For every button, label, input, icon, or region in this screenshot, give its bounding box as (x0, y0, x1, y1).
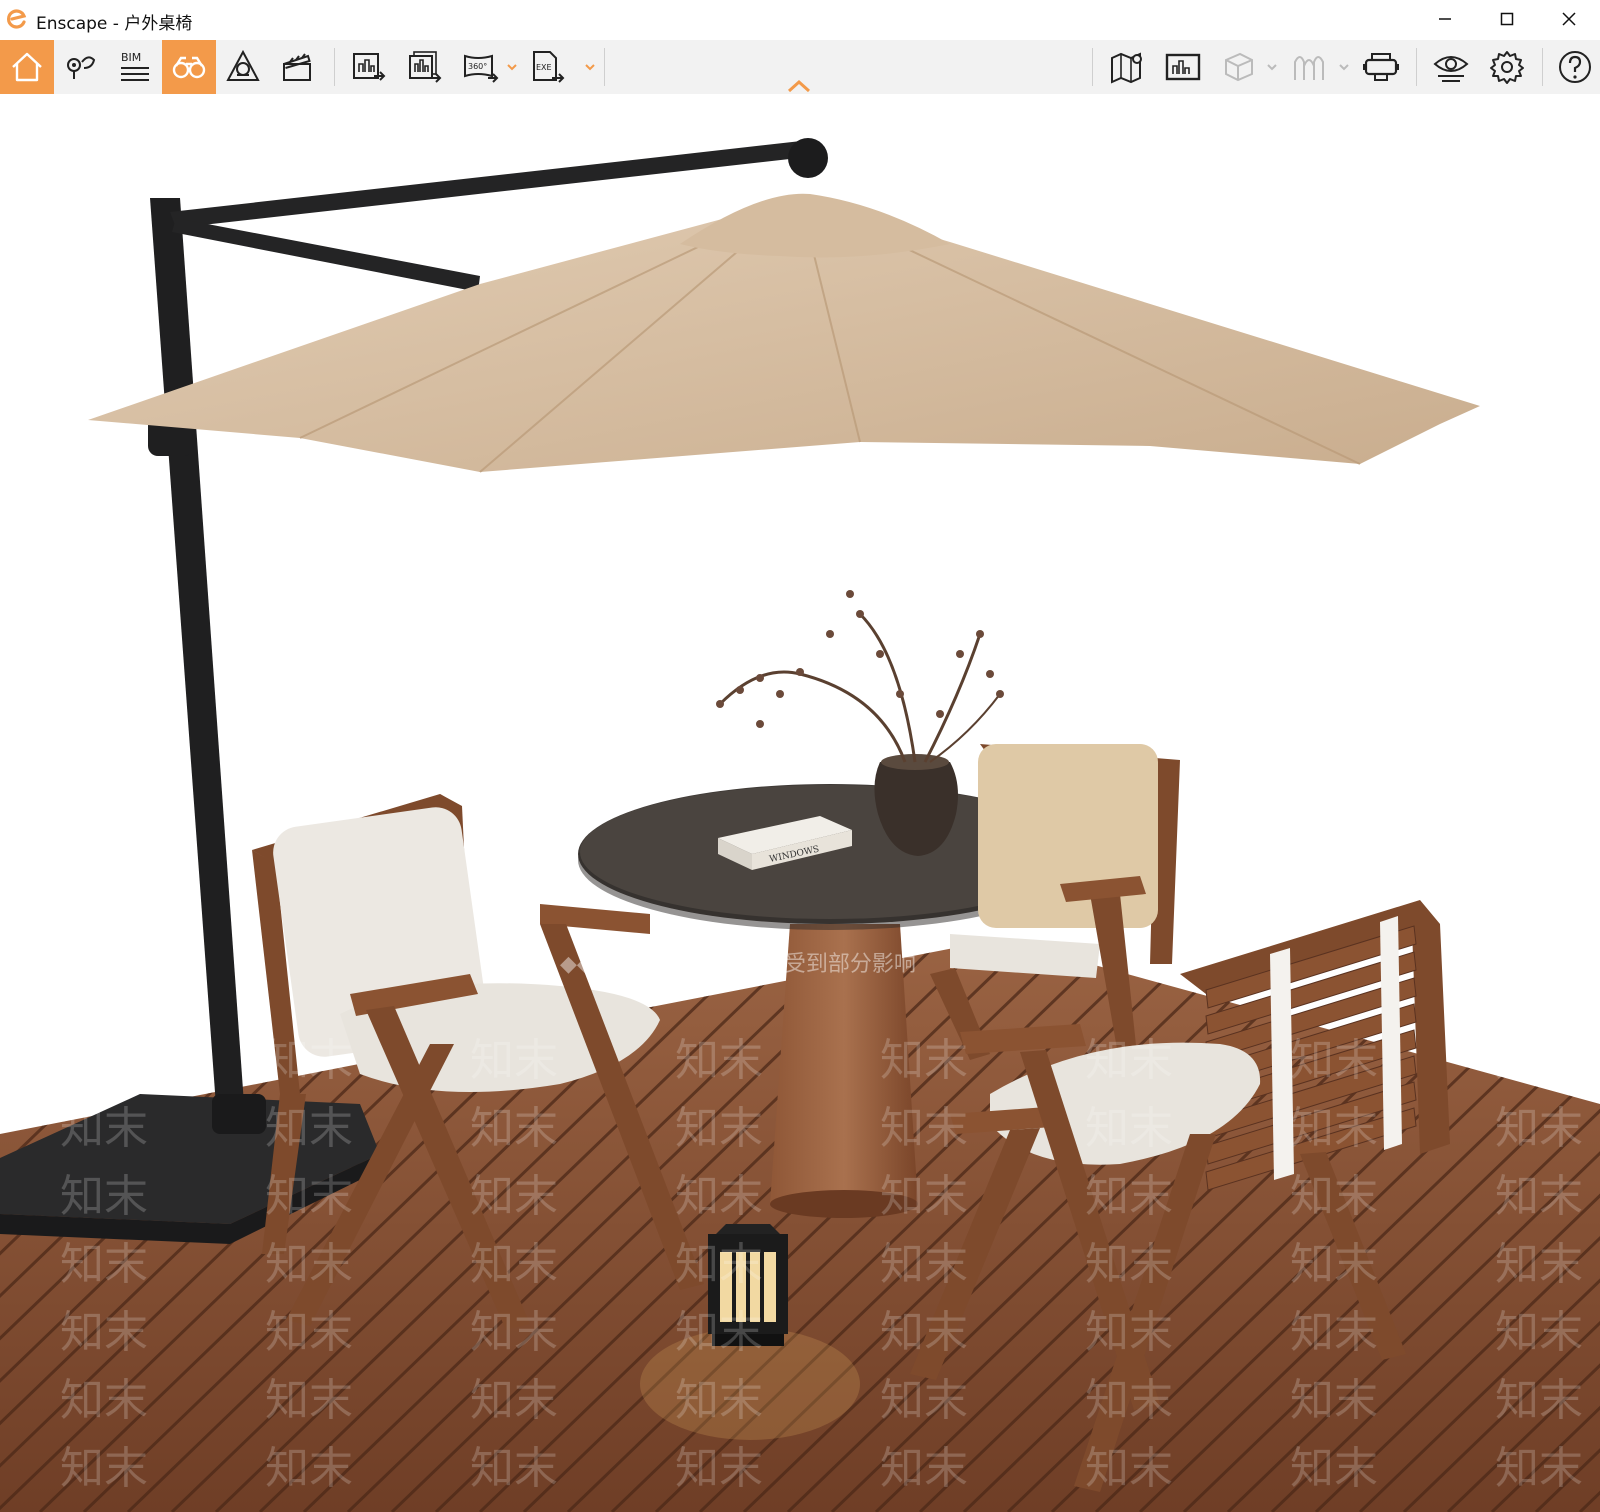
maximize-icon (1500, 12, 1514, 26)
export-exe-button[interactable]: EXE (520, 40, 574, 94)
branch-berry (756, 674, 764, 682)
branch-berry (996, 690, 1004, 698)
collapse-toolbar-chevron-icon[interactable] (786, 78, 812, 94)
clapper-icon (283, 53, 311, 81)
render-viewport[interactable]: WINDOWS ◆◆ 水印保护区 画质会受到部分影响 知末 知末 知末 知末 知… (0, 94, 1600, 1512)
home-button[interactable] (0, 40, 54, 94)
app-name: Enscape (36, 14, 108, 34)
branch-berry (986, 670, 994, 678)
close-button[interactable] (1538, 0, 1600, 38)
export-exe-icon: EXE (533, 51, 565, 83)
atmosphere-icon (226, 49, 260, 81)
minimize-button[interactable] (1414, 0, 1476, 38)
bim-label: BIM (121, 51, 141, 64)
location-map-button[interactable] (54, 40, 108, 94)
branch-berry (856, 610, 864, 618)
close-icon (1562, 12, 1576, 26)
branch-berry (776, 690, 784, 698)
export-image-button[interactable] (342, 40, 396, 94)
bim-button[interactable]: BIM (108, 40, 162, 94)
toolbar-separator (334, 48, 335, 86)
maximize-button[interactable] (1476, 0, 1538, 38)
branch-berry (936, 710, 944, 718)
scene-render: WINDOWS (0, 138, 1600, 1512)
location-map-icon (67, 56, 96, 79)
gear-icon (1490, 51, 1524, 84)
help-icon (1559, 51, 1591, 83)
enscape-logo-icon (7, 9, 27, 29)
umbrella-canopy (88, 193, 1480, 473)
map-view-button[interactable] (1100, 40, 1154, 94)
toolbar-separator (1542, 48, 1543, 86)
branch-berry (826, 630, 834, 638)
toolbar-separator (1092, 48, 1093, 86)
panorama-label: 360° (468, 62, 487, 71)
vr-headset-button[interactable] (1354, 40, 1408, 94)
map-pin-icon (1111, 52, 1142, 84)
title-bar: Enscape - 户外桌椅 (0, 0, 1600, 40)
bim-list-icon: BIM (121, 51, 149, 81)
toolbar-separator (1416, 48, 1417, 86)
monitor-button[interactable] (1156, 40, 1210, 94)
title-separator: - (107, 14, 125, 34)
export-panorama-icon: 360° (464, 54, 499, 83)
branch-berry (896, 690, 904, 698)
chevron-down-icon[interactable] (584, 60, 596, 74)
branch-berry (876, 650, 884, 658)
export-panorama-button[interactable]: 360° (454, 40, 508, 94)
home-icon (12, 52, 42, 82)
branch-berry (956, 650, 964, 658)
chevron-down-icon[interactable] (506, 60, 518, 74)
atmosphere-button[interactable] (216, 40, 270, 94)
binoculars-icon (172, 56, 206, 79)
branch-berry (796, 668, 804, 676)
toolbar-separator (604, 48, 605, 86)
cube-icon (1225, 52, 1253, 82)
settings-button[interactable] (1480, 40, 1534, 94)
asset-library-icon (1294, 56, 1324, 80)
video-editor-button[interactable] (270, 40, 324, 94)
export-image-icon (353, 53, 386, 81)
vr-headset-icon (1363, 53, 1399, 81)
document-name: 户外桌椅 (124, 14, 193, 34)
chevron-down-icon[interactable] (1266, 60, 1278, 74)
visual-settings-button[interactable] (1424, 40, 1478, 94)
fly-walk-button[interactable] (162, 40, 216, 94)
window-title: Enscape - 户外桌椅 (36, 9, 192, 34)
eye-settings-icon (1433, 56, 1469, 82)
branch-berry (846, 590, 854, 598)
batch-export-icon (409, 51, 442, 83)
help-button[interactable] (1548, 40, 1600, 94)
minimize-icon (1439, 18, 1451, 20)
chevron-down-icon[interactable] (1338, 60, 1350, 74)
branch-berry (976, 630, 984, 638)
exe-label: EXE (536, 63, 552, 72)
branch-berry (756, 720, 764, 728)
batch-export-button[interactable] (398, 40, 452, 94)
branch-berry (716, 700, 724, 708)
asset-library-button[interactable] (1282, 40, 1336, 94)
monitor-icon (1165, 53, 1201, 81)
branch-berry (736, 686, 744, 694)
cube-button[interactable] (1212, 40, 1266, 94)
